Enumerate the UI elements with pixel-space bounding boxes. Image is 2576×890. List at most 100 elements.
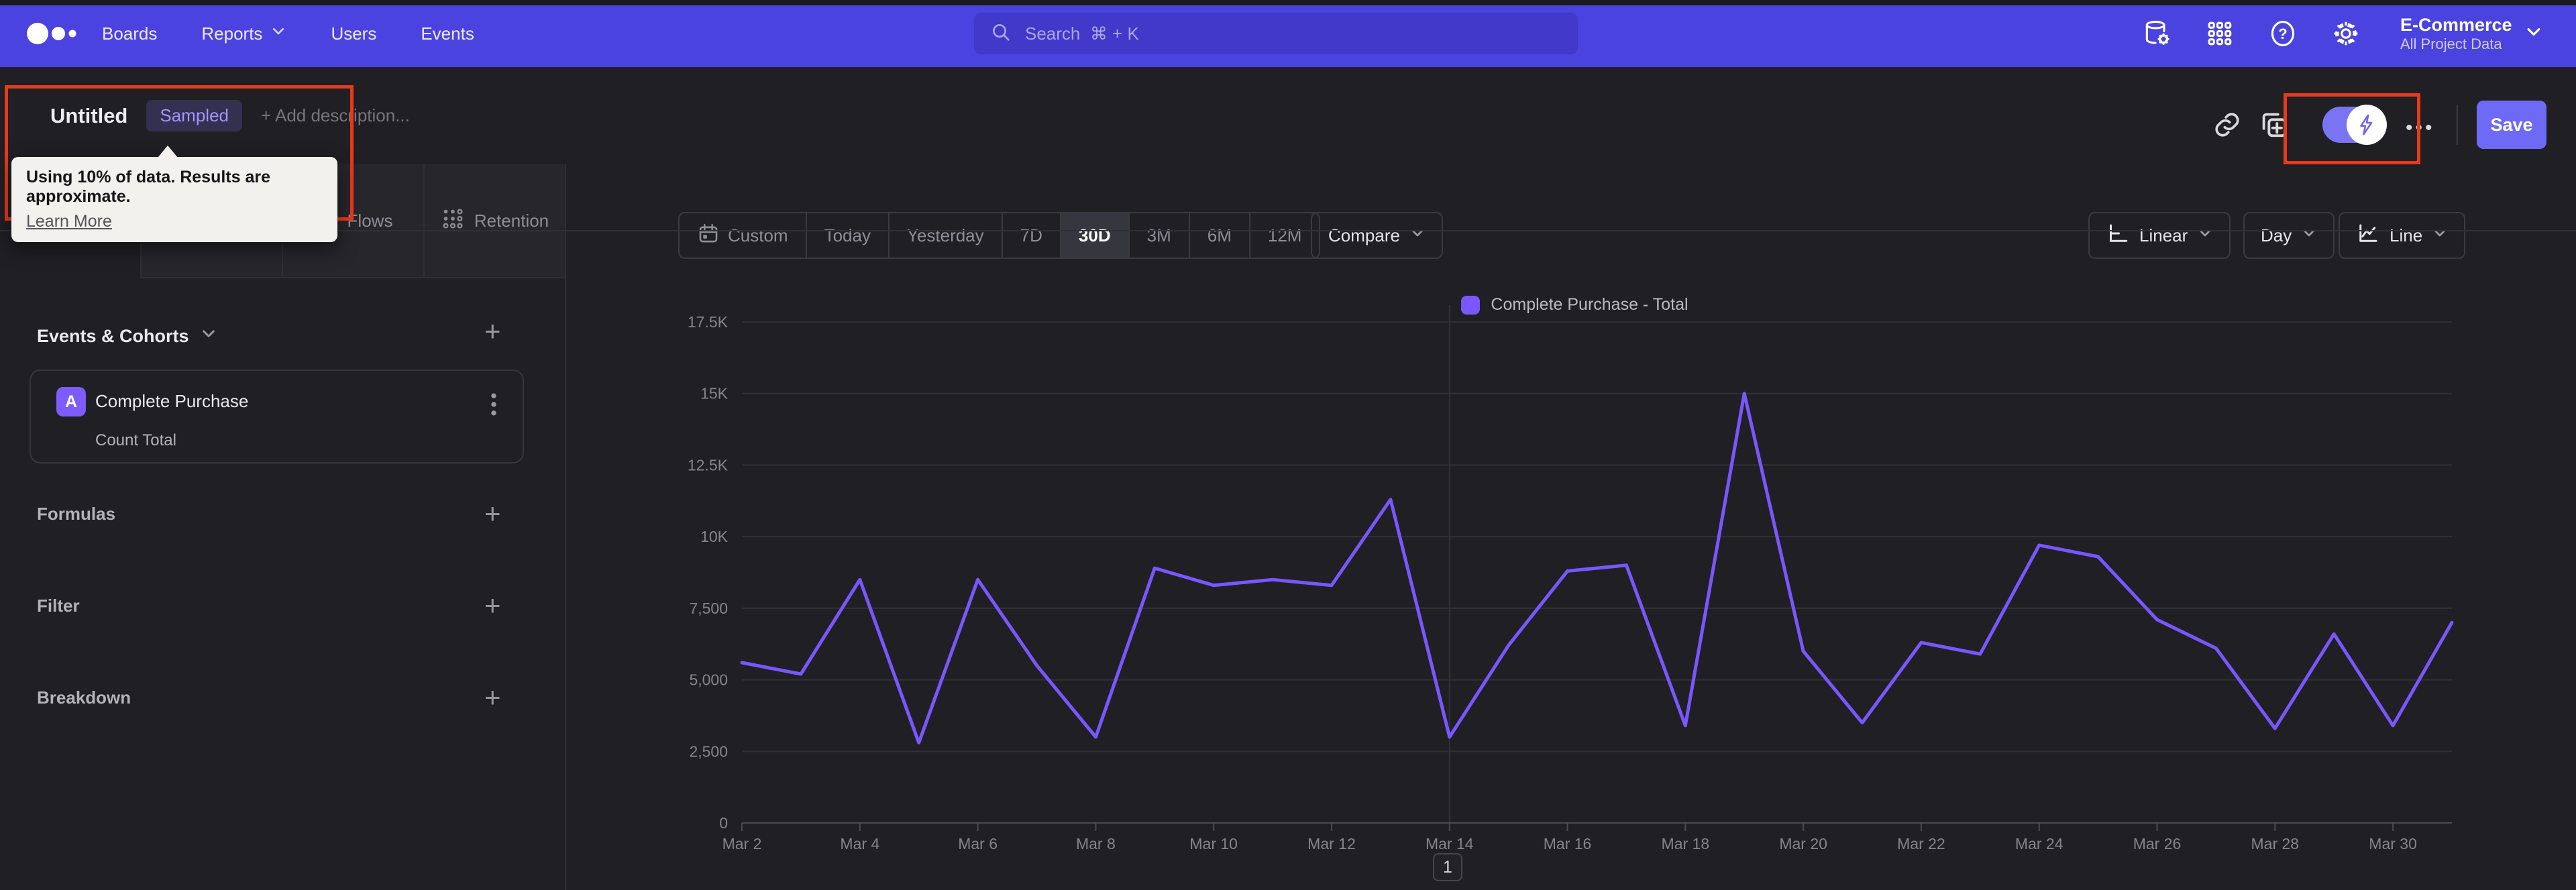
x-tick-label: Mar 18 xyxy=(1662,835,1710,852)
add-description[interactable]: + Add description... xyxy=(261,105,410,126)
event-metric[interactable]: Count Total xyxy=(95,431,176,450)
y-tick-label: 17.5K xyxy=(688,313,729,331)
toolbar-divider xyxy=(2457,105,2458,145)
section-formulas: Formulas + xyxy=(0,500,566,533)
section-label: Breakdown xyxy=(37,687,131,708)
nav-item-boards[interactable]: Boards xyxy=(102,23,157,44)
section-breakdown: Breakdown + xyxy=(0,683,566,717)
chart-legend[interactable]: Complete Purchase - Total xyxy=(698,295,2452,315)
search-bar[interactable] xyxy=(974,13,1578,54)
add-to-board-icon[interactable] xyxy=(2258,109,2289,143)
apps-grid-icon[interactable] xyxy=(2204,18,2235,49)
help-icon[interactable]: ? xyxy=(2267,18,2298,49)
x-tick-label: Mar 16 xyxy=(1544,835,1592,852)
range-label: Yesterday xyxy=(906,225,984,245)
y-tick-label: 5,000 xyxy=(689,671,728,689)
more-options-button[interactable]: ••• xyxy=(2406,117,2435,140)
sampled-badge[interactable]: Sampled xyxy=(146,100,242,131)
chevron-down-icon xyxy=(2197,225,2213,246)
nav-item-reports[interactable]: Reports xyxy=(201,23,286,44)
series-line[interactable] xyxy=(740,392,2454,744)
copy-link-icon[interactable] xyxy=(2212,110,2242,143)
range-yesterday[interactable]: Yesterday xyxy=(888,213,1002,258)
legend-label: Complete Purchase - Total xyxy=(1491,295,1688,314)
save-button[interactable]: Save xyxy=(2477,101,2546,149)
y-tick-label: 2,500 xyxy=(689,742,728,760)
add-formulas-button[interactable]: + xyxy=(484,500,501,528)
range-6m[interactable]: 6M xyxy=(1188,213,1249,258)
range-custom[interactable]: Custom xyxy=(680,213,806,258)
project-name: E-Commerce xyxy=(2400,14,2512,35)
range-3m[interactable]: 3M xyxy=(1128,213,1189,258)
nav-item-label: Boards xyxy=(102,23,158,44)
chevron-down-icon xyxy=(270,23,286,44)
section-label: Filter xyxy=(37,596,80,616)
x-tick-label: Mar 4 xyxy=(840,835,879,852)
top-nav: Boards Reports Users Events Search ⌘ + K… xyxy=(0,0,2576,67)
events-cohorts-header[interactable]: Events & Cohorts xyxy=(37,325,217,347)
x-tick-label: Mar 14 xyxy=(1426,835,1474,852)
mixpanel-insights-app: Boards Reports Users Events Search ⌘ + K… xyxy=(0,0,2576,890)
window-top-edge xyxy=(0,0,2576,5)
compare-button[interactable]: Compare xyxy=(1311,212,1443,259)
y-tick-label: 0 xyxy=(719,814,728,832)
report-sidebar: InsightsFunnelsFlowsRetention Events & C… xyxy=(0,164,566,890)
add-filter-button[interactable]: + xyxy=(484,592,501,620)
y-tick-label: 15K xyxy=(700,385,729,402)
chart-type-selector[interactable]: Line xyxy=(2339,212,2466,259)
date-range-control: Custom Today Yesterday 7D 30D 3M 6M 12M xyxy=(678,212,1321,259)
add-breakdown-button[interactable]: + xyxy=(484,683,501,712)
event-name[interactable]: Complete Purchase xyxy=(95,391,248,412)
range-label: 7D xyxy=(1020,225,1042,245)
search-input[interactable] xyxy=(1024,22,1562,45)
nav-item-label: Reports xyxy=(201,23,263,44)
add-event-button[interactable]: + xyxy=(484,317,501,345)
event-options-kebab-icon[interactable] xyxy=(482,390,505,423)
compare-label: Compare xyxy=(1328,225,1400,245)
nav-icon-group: ? xyxy=(2141,0,2361,67)
linear-axis-icon xyxy=(2106,221,2130,250)
legend-swatch xyxy=(1461,295,1481,315)
x-tick-label: Mar 6 xyxy=(958,835,998,852)
events-cohorts-label: Events & Cohorts xyxy=(37,326,189,346)
range-label: 12M xyxy=(1267,225,1302,245)
range-7d[interactable]: 7D xyxy=(1001,213,1060,258)
project-selector[interactable]: E-Commerce All Project Data xyxy=(2400,0,2543,67)
data-management-icon[interactable] xyxy=(2141,18,2172,49)
scale-label: Linear xyxy=(2139,225,2188,245)
x-tick-label: Mar 28 xyxy=(2251,835,2300,852)
sampling-toggle[interactable] xyxy=(2322,105,2387,145)
x-tick-label: Mar 10 xyxy=(1189,835,1238,852)
range-label: 30D xyxy=(1078,225,1111,245)
nav-item-label: Events xyxy=(421,23,474,44)
logo-dots-icon xyxy=(27,23,76,44)
project-scope: All Project Data xyxy=(2400,35,2502,52)
search-icon xyxy=(990,21,1012,46)
tab-retention[interactable]: Retention xyxy=(423,164,565,278)
y-tick-label: 7,500 xyxy=(689,600,728,617)
report-title[interactable]: Untitled xyxy=(50,104,127,128)
chart-type-label: Line xyxy=(2390,225,2423,245)
interval-selector[interactable]: Day xyxy=(2243,212,2335,259)
chevron-down-icon xyxy=(2432,225,2448,246)
range-today[interactable]: Today xyxy=(805,213,888,258)
nav-item-events[interactable]: Events xyxy=(421,23,474,44)
y-tick-label: 12.5K xyxy=(688,456,729,474)
x-tick-label: Mar 12 xyxy=(1307,835,1356,852)
mixpanel-logo-icon[interactable] xyxy=(25,16,90,51)
scale-selector[interactable]: Linear xyxy=(2088,212,2231,259)
learn-more-link[interactable]: Learn More xyxy=(26,212,323,231)
pagination-page-button[interactable]: 1 xyxy=(1433,853,1462,881)
sampling-tooltip: Using 10% of data. Results are approxima… xyxy=(11,146,337,242)
event-card[interactable]: A Complete Purchase Count Total xyxy=(30,370,524,463)
nav-item-users[interactable]: Users xyxy=(331,23,376,44)
calendar-icon xyxy=(697,222,720,249)
range-30d[interactable]: 30D xyxy=(1059,213,1128,258)
settings-gear-icon[interactable] xyxy=(2330,18,2361,49)
x-tick-label: Mar 8 xyxy=(1076,835,1116,852)
x-tick-label: Mar 22 xyxy=(1897,835,1945,852)
range-12m[interactable]: 12M xyxy=(1248,213,1320,258)
titlebar-divider xyxy=(0,230,2576,231)
x-tick-label: Mar 2 xyxy=(722,835,762,852)
event-letter-badge: A xyxy=(56,387,86,416)
